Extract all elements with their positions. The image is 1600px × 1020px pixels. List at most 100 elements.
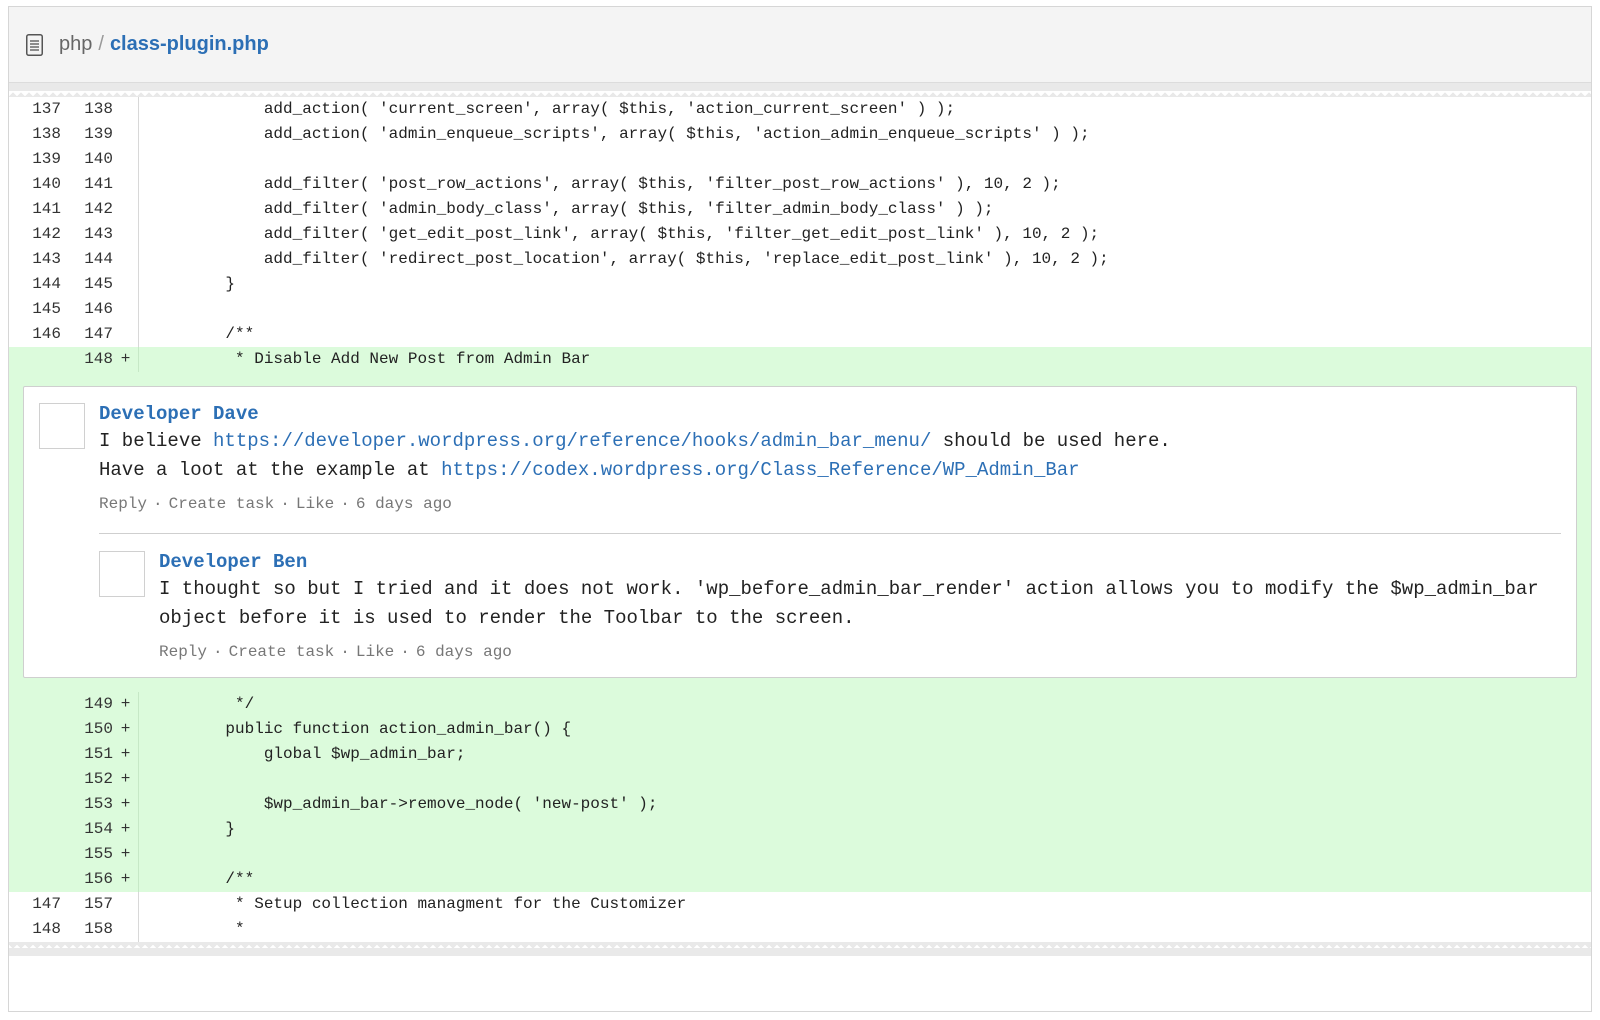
code-text: * xyxy=(187,920,245,938)
expand-above-divider[interactable] xyxy=(9,83,1591,97)
meta-separator: · xyxy=(213,643,223,661)
diff-marker xyxy=(113,917,139,942)
new-line-number: 151 xyxy=(84,745,113,763)
meta-separator: · xyxy=(340,643,350,661)
diff-marker xyxy=(113,147,139,172)
meta-separator: · xyxy=(280,495,290,513)
code-text: * Setup collection managment for the Cus… xyxy=(187,895,687,913)
new-line-number: 157 xyxy=(84,895,113,913)
diff-line-added[interactable]: 150 + public function action_admin_bar() … xyxy=(9,717,1591,742)
like-link[interactable]: Like xyxy=(296,495,334,513)
old-line-number xyxy=(9,742,61,767)
comment: Developer Dave I believe https://develop… xyxy=(39,401,1561,515)
code-text: } xyxy=(187,275,236,293)
meta-separator: · xyxy=(153,495,163,513)
avatar[interactable] xyxy=(99,551,145,597)
diff-line[interactable]: 137 138 add_action( 'current_screen', arr… xyxy=(9,97,1591,122)
new-line-number: 145 xyxy=(84,275,113,293)
comment-timestamp: 6 days ago xyxy=(355,495,452,513)
diff-line[interactable]: 144 145 } xyxy=(9,272,1591,297)
new-line-number: 143 xyxy=(84,225,113,243)
breadcrumb-dir[interactable]: php xyxy=(59,33,92,55)
diff-line[interactable]: 145 146 xyxy=(9,297,1591,322)
new-line-number: 141 xyxy=(84,175,113,193)
old-line-number xyxy=(9,792,61,817)
diff-marker xyxy=(113,122,139,147)
old-line-number: 143 xyxy=(32,250,61,268)
diff-line[interactable]: 143 144 add_filter( 'redirect_post_locati… xyxy=(9,247,1591,272)
old-line-number: 142 xyxy=(32,225,61,243)
old-line-number xyxy=(9,842,61,867)
document-icon xyxy=(26,33,43,56)
reply-link[interactable]: Reply xyxy=(159,643,207,661)
new-line-number: 140 xyxy=(84,150,113,168)
file-header: php / class-plugin.php xyxy=(9,7,1591,83)
comment-author[interactable]: Developer Ben xyxy=(159,549,1561,575)
diff-line[interactable]: 141 142 add_filter( 'admin_body_class', a… xyxy=(9,197,1591,222)
file-name-link[interactable]: class-plugin.php xyxy=(110,33,269,55)
old-line-number: 138 xyxy=(32,125,61,143)
diff-line-added[interactable]: 153 + $wp_admin_bar->remove_node( 'new-po… xyxy=(9,792,1591,817)
new-line-number: 152 xyxy=(84,770,113,788)
comment-reply: Developer Ben I thought so but I tried a… xyxy=(99,549,1561,663)
old-line-number: 141 xyxy=(32,200,61,218)
diff-marker: + xyxy=(113,867,139,892)
diff-line[interactable]: 138 139 add_action( 'admin_enqueue_script… xyxy=(9,122,1591,147)
diff-line[interactable]: 147 157 * Setup collection managment for … xyxy=(9,892,1591,917)
diff-line-added[interactable]: 156 + /** xyxy=(9,867,1591,892)
diff-line-commented[interactable]: 148 + * Disable Add New Post from Admin … xyxy=(9,347,1591,372)
old-line-number: 146 xyxy=(32,325,61,343)
diff-line-added[interactable]: 152 + xyxy=(9,767,1591,792)
code-text: } xyxy=(187,820,236,838)
like-link[interactable]: Like xyxy=(356,643,394,661)
create-task-link[interactable]: Create task xyxy=(229,643,335,661)
diff-line[interactable]: 139 140 xyxy=(9,147,1591,172)
new-line-number: 158 xyxy=(84,920,113,938)
diff-marker xyxy=(113,297,139,322)
new-line-number: 153 xyxy=(84,795,113,813)
diff-line-added[interactable]: 154 + } xyxy=(9,817,1591,842)
old-line-number: 140 xyxy=(32,175,61,193)
diff-marker: + xyxy=(113,792,139,817)
comment-meta: Reply · Create task · Like · 6 days ago xyxy=(99,493,1561,515)
old-line-number xyxy=(9,867,61,892)
code-text: add_filter( 'admin_body_class', array( $… xyxy=(187,200,994,218)
comment-thread-zone: Developer Dave I believe https://develop… xyxy=(9,372,1591,692)
code-text: global $wp_admin_bar; xyxy=(187,745,466,763)
diff-marker: + xyxy=(113,817,139,842)
diff-marker xyxy=(113,197,139,222)
new-line-number: 155 xyxy=(84,845,113,863)
meta-separator: · xyxy=(340,495,350,513)
diff-marker: + xyxy=(113,767,139,792)
comment-link[interactable]: https://codex.wordpress.org/Class_Refere… xyxy=(441,459,1080,481)
comment-meta: Reply · Create task · Like · 6 days ago xyxy=(159,641,1561,663)
avatar[interactable] xyxy=(39,403,85,449)
diff-line-added[interactable]: 149 + */ xyxy=(9,692,1591,717)
diff-line-added[interactable]: 151 + global $wp_admin_bar; xyxy=(9,742,1591,767)
reply-link[interactable]: Reply xyxy=(99,495,147,513)
old-line-number: 148 xyxy=(32,920,61,938)
old-line-number: 147 xyxy=(32,895,61,913)
comment-text: I believe https://developer.wordpress.or… xyxy=(99,427,1561,485)
diff-line[interactable]: 148 158 * xyxy=(9,917,1591,942)
diff-line[interactable]: 140 141 add_filter( 'post_row_actions', a… xyxy=(9,172,1591,197)
breadcrumb-separator: / xyxy=(98,33,104,55)
comment-text-part: should be used here. xyxy=(931,430,1171,452)
code-text: /** xyxy=(187,325,255,343)
diff-line[interactable]: 146 147 /** xyxy=(9,322,1591,347)
diff-marker xyxy=(113,247,139,272)
diff-line[interactable]: 142 143 add_filter( 'get_edit_post_link',… xyxy=(9,222,1591,247)
old-line-number xyxy=(9,717,61,742)
expand-below-divider[interactable] xyxy=(9,942,1591,956)
diff-line-added[interactable]: 155 + xyxy=(9,842,1591,867)
new-line-number: 142 xyxy=(84,200,113,218)
diff-marker xyxy=(113,222,139,247)
code-text: /** xyxy=(187,870,255,888)
comment-link[interactable]: https://developer.wordpress.org/referenc… xyxy=(213,430,931,452)
create-task-link[interactable]: Create task xyxy=(169,495,275,513)
breadcrumb: php / class-plugin.php xyxy=(59,33,269,56)
comment-author[interactable]: Developer Dave xyxy=(99,401,1561,427)
old-line-number xyxy=(9,692,61,717)
